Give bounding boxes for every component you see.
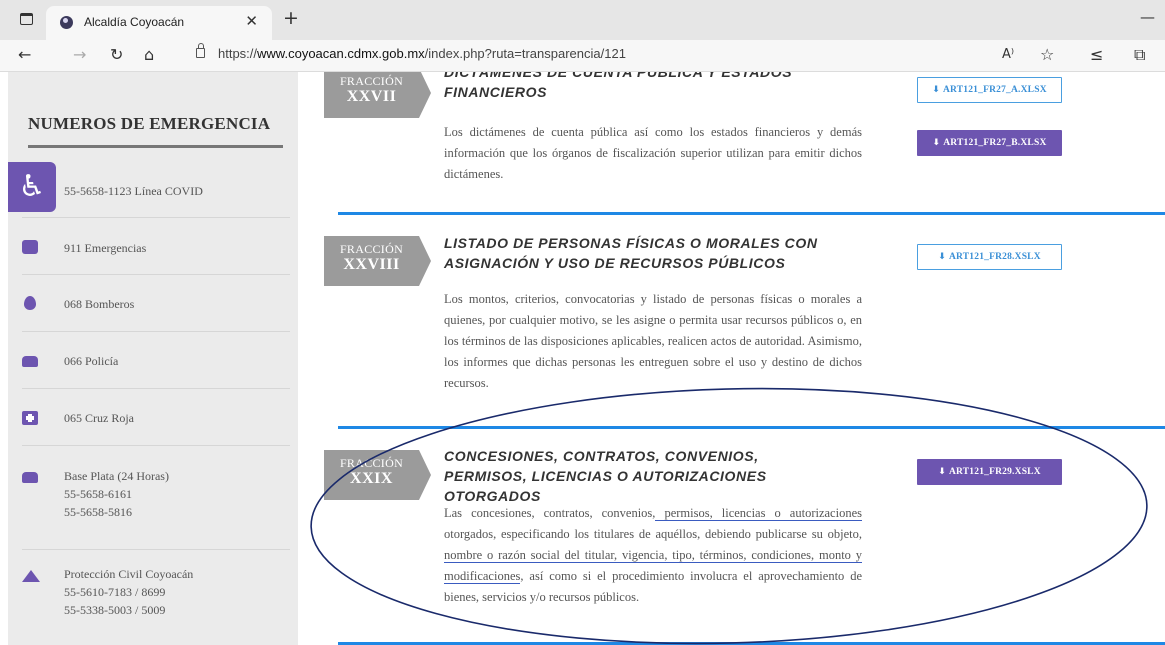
sidebar-title: NUMEROS DE EMERGENCIA — [28, 114, 271, 133]
url-host: www.coyoacan.cdmx.gob.mx — [257, 46, 425, 61]
sidebar-item-bomberos[interactable]: 068 Bomberos — [22, 275, 290, 332]
sidebar-item-proteccion-civil[interactable]: Protección Civil Coyoacán 55-5610-7183 /… — [22, 550, 290, 645]
favorites-icon[interactable]: ≤ — [1090, 45, 1103, 64]
tab-title: Alcaldía Coyoacán — [84, 15, 185, 29]
accessibility-icon: ♿ — [18, 169, 46, 204]
section-description: Las concesiones, contratos, convenios, p… — [444, 503, 862, 608]
underlined-text: permisos, licencias o autorizaciones — [655, 506, 862, 521]
sidebar-line: Protección Civil Coyoacán — [64, 567, 194, 581]
download-button[interactable]: ⬇ ART121_FR27_A.XLSX — [917, 77, 1062, 103]
fraccion-numeral: XXVII — [346, 88, 397, 105]
url-scheme: https:// — [218, 46, 258, 61]
download-button[interactable]: ⬇ ART121_FR27_B.XLSX — [917, 130, 1062, 156]
lock-icon[interactable] — [196, 43, 205, 58]
browser-tab-bar: Alcaldía Coyoacán ✕ + — — [0, 0, 1165, 40]
tent-icon — [22, 570, 40, 582]
fraccion-label: FRACCIÓN — [339, 242, 404, 256]
download-icon: ⬇ — [938, 252, 946, 262]
section-heading: LISTADO DE PERSONAS FÍSICAS O MORALES CO… — [444, 235, 818, 271]
read-aloud-icon[interactable]: A⁾ — [1002, 47, 1014, 62]
minimize-window-button[interactable]: — — [1140, 8, 1155, 26]
description-text: otorgados, especificando los titulares d… — [444, 527, 862, 541]
reload-icon[interactable]: ↻ — [110, 45, 123, 64]
sidebar-item-policia[interactable]: 066 Policía — [22, 332, 290, 389]
sidebar-line: 55-5338-5003 / 5009 — [64, 603, 166, 617]
sidebar-item-covid[interactable]: 55-5658-1123 Línea COVID — [22, 164, 290, 218]
fraccion-badge: FRACCIÓN XXIX — [324, 450, 431, 500]
sidebar-item-text: 068 Bomberos — [64, 297, 135, 311]
transparency-content: FRACCIÓN XXVII DICTÁMENES DE CUENTA PÚBL… — [298, 72, 1165, 645]
sidebar-line: 55-5658-6161 — [64, 487, 132, 501]
url-path: /index.php?ruta=transparencia/121 — [424, 46, 626, 61]
download-label: ART121_FR29.XSLX — [948, 467, 1041, 477]
sidebar-item-text: 065 Cruz Roja — [64, 411, 134, 425]
sidebar-title-rule — [28, 145, 283, 148]
sidebar-item-cruz-roja[interactable]: 065 Cruz Roja — [22, 389, 290, 446]
favorite-add-icon[interactable]: ☆ — [1040, 45, 1054, 64]
fraccion-badge: FRACCIÓN XXVIII — [324, 236, 431, 286]
sidebar-line: 55-5610-7183 / 8699 — [64, 585, 166, 599]
section-heading: CONCESIONES, CONTRATOS, CONVENIOS, PERMI… — [444, 448, 767, 504]
sidebar-line: Base Plata (24 Horas) — [64, 469, 169, 483]
download-icon: ⬇ — [932, 138, 941, 148]
home-icon[interactable]: ⌂ — [144, 45, 154, 64]
web-page: NUMEROS DE EMERGENCIA 55-5658-1123 Línea… — [0, 72, 1165, 645]
fraccion-numeral: XXVIII — [343, 256, 400, 273]
download-label: ART121_FR28.XSLX — [948, 252, 1041, 262]
fire-icon — [24, 296, 36, 310]
emergency-sidebar: NUMEROS DE EMERGENCIA 55-5658-1123 Línea… — [8, 72, 298, 645]
back-icon[interactable]: ← — [18, 45, 31, 64]
accessibility-button[interactable]: ♿ — [8, 162, 56, 212]
section-description: Los montos, criterios, convocatorias y l… — [444, 292, 862, 390]
browser-tab[interactable]: Alcaldía Coyoacán ✕ — [46, 6, 272, 40]
car-icon — [22, 472, 38, 483]
browser-toolbar: ← → ↻ ⌂ https://www.coyoacan.cdmx.gob.mx… — [0, 40, 1165, 72]
section-description: Los dictámenes de cuenta pública así com… — [444, 125, 862, 181]
fraccion-label: FRACCIÓN — [339, 456, 404, 470]
fraccion-numeral: XXIX — [350, 470, 393, 487]
site-favicon-icon — [60, 16, 73, 29]
sidebar-item-text: 066 Policía — [64, 354, 119, 368]
forward-icon[interactable]: → — [73, 45, 86, 64]
sidebar-item-text: 911 Emergencias — [64, 241, 147, 255]
sidebar-item-text: Protección Civil Coyoacán 55-5610-7183 /… — [64, 565, 193, 619]
download-button[interactable]: ⬇ ART121_FR29.XSLX — [917, 459, 1062, 485]
download-label: ART121_FR27_A.XLSX — [942, 85, 1047, 95]
download-button[interactable]: ⬇ ART121_FR28.XSLX — [917, 244, 1062, 270]
tab-actions-icon[interactable] — [20, 13, 33, 25]
section-divider — [338, 426, 1165, 429]
police-car-icon — [22, 356, 38, 367]
section-divider — [338, 212, 1165, 215]
sidebar-item-text: Base Plata (24 Horas) 55-5658-6161 55-56… — [64, 467, 169, 521]
section-heading: DICTÁMENES DE CUENTA PÚBLICA Y ESTADOS F… — [444, 72, 793, 100]
close-tab-icon[interactable]: ✕ — [245, 12, 258, 30]
medical-cross-icon — [22, 411, 38, 425]
address-bar[interactable]: https://www.coyoacan.cdmx.gob.mx/index.p… — [218, 46, 626, 61]
sidebar-line: 55-5658-5816 — [64, 505, 132, 519]
ambulance-icon — [22, 240, 38, 254]
sidebar-item-base-plata[interactable]: Base Plata (24 Horas) 55-5658-6161 55-56… — [22, 446, 290, 550]
download-icon: ⬇ — [938, 467, 946, 477]
fraccion-label: FRACCIÓN — [339, 74, 404, 88]
new-tab-button[interactable]: + — [283, 7, 299, 29]
collections-icon[interactable]: ⧉ — [1134, 45, 1145, 65]
description-text: Las concesiones, contratos, convenios, — [444, 506, 656, 520]
download-icon: ⬇ — [932, 85, 940, 95]
sidebar-item-emergencias[interactable]: 911 Emergencias — [22, 218, 290, 275]
fraccion-badge: FRACCIÓN XXVII — [324, 72, 431, 118]
download-label: ART121_FR27_B.XLSX — [943, 138, 1047, 148]
sidebar-item-text: 55-5658-1123 Línea COVID — [64, 184, 203, 198]
